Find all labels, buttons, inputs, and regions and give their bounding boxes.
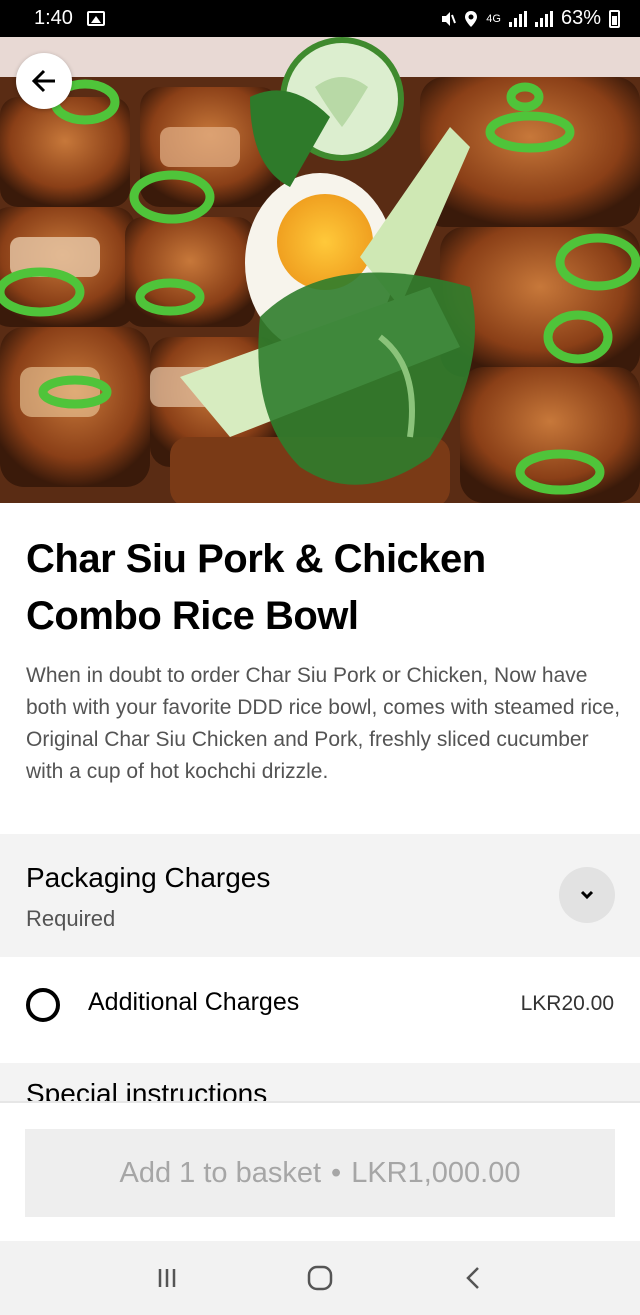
chevron-down-icon <box>580 890 594 900</box>
system-back-button[interactable] <box>453 1258 493 1298</box>
basket-button-label: Add 1 to basket <box>119 1156 322 1189</box>
hero-food-image <box>0 37 640 503</box>
packaging-charges-header[interactable]: Packaging Charges Required <box>0 834 640 957</box>
special-instructions-header: Special instructions <box>0 1063 640 1101</box>
mute-icon <box>442 11 457 26</box>
status-time: 1:40 <box>34 7 73 29</box>
food-illustration <box>0 37 640 503</box>
battery-icon <box>609 9 620 28</box>
status-right: 4G 63% <box>440 7 620 30</box>
system-navigation-bar <box>0 1241 640 1315</box>
home-icon <box>307 1265 333 1291</box>
arrow-left-icon <box>31 69 55 93</box>
recent-apps-icon <box>158 1269 175 1287</box>
option-price: LKR20.00 <box>520 992 614 1015</box>
special-instructions-title: Special instructions <box>26 1078 268 1101</box>
signal-icon-2 <box>534 10 553 27</box>
option-label: Additional Charges <box>88 988 300 1016</box>
required-label: Required <box>26 906 116 931</box>
bottom-action-panel: Add 1 to basket • LKR1,000.00 <box>0 1101 640 1241</box>
expand-section-button[interactable] <box>559 867 615 923</box>
back-button[interactable] <box>16 53 72 109</box>
battery-percent: 63% <box>560 7 601 29</box>
network-type: 4G <box>486 12 501 25</box>
status-left: 1:40 <box>34 7 105 30</box>
add-to-basket-button[interactable]: Add 1 to basket • LKR1,000.00 <box>25 1129 615 1217</box>
basket-button-price: LKR1,000.00 <box>351 1156 521 1189</box>
home-button[interactable] <box>300 1258 340 1298</box>
gallery-notification-icon <box>86 11 105 26</box>
packaging-title: Packaging Charges <box>26 862 271 893</box>
back-icon <box>466 1267 480 1289</box>
recent-apps-button[interactable] <box>147 1258 187 1298</box>
signal-icon <box>508 10 527 27</box>
location-icon <box>465 10 478 27</box>
basket-button-separator: • <box>331 1156 342 1189</box>
item-title: Char Siu Pork & Chicken Combo Rice Bowl <box>26 537 486 638</box>
status-bar: 1:40 4G 63% <box>0 0 640 37</box>
option-additional-charges[interactable]: Additional Charges LKR20.00 <box>0 957 640 1063</box>
item-description: When in doubt to order Char Siu Pork or … <box>26 664 621 783</box>
radio-button[interactable] <box>26 988 60 1022</box>
